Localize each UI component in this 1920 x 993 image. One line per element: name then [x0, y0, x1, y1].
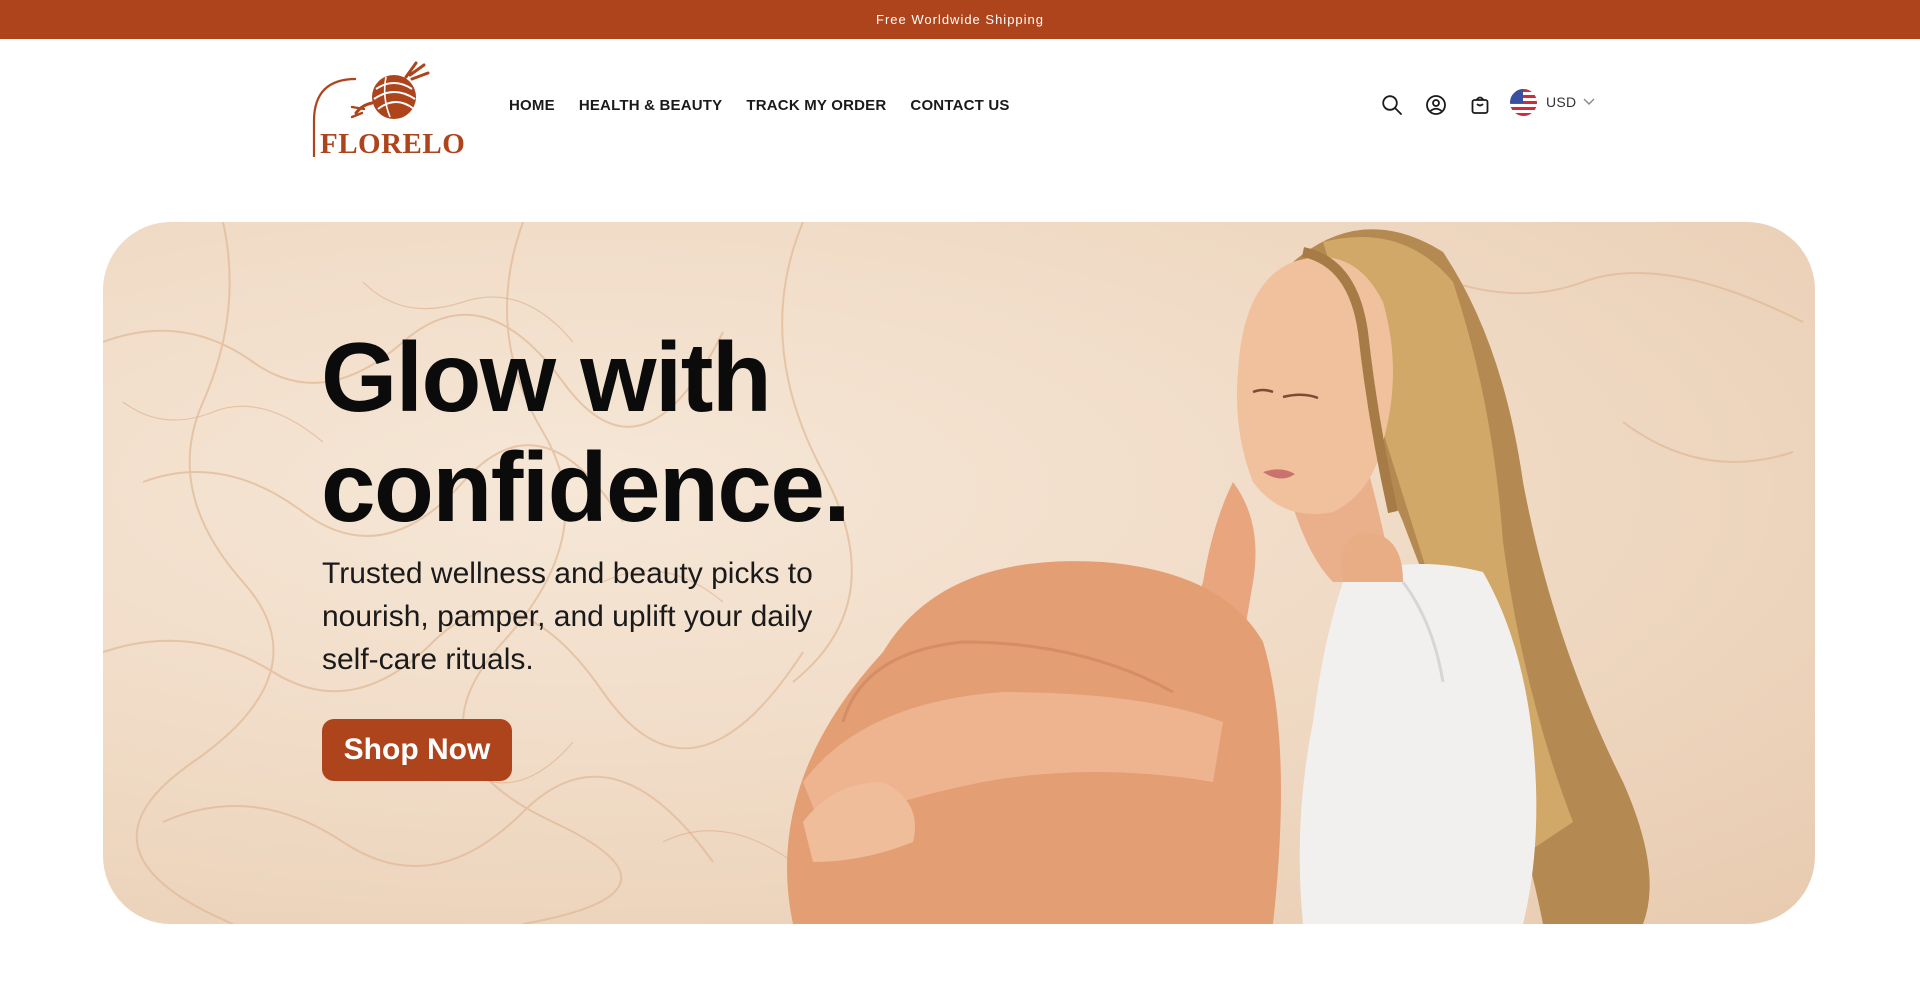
cart-button[interactable] — [1466, 91, 1494, 119]
hero-title-line1: Glow with — [321, 322, 772, 432]
announcement-text: Free Worldwide Shipping — [876, 12, 1044, 27]
currency-code: USD — [1546, 94, 1577, 110]
account-button[interactable] — [1422, 91, 1450, 119]
announcement-bar: Free Worldwide Shipping — [0, 0, 1920, 39]
us-flag-icon — [1510, 88, 1537, 116]
main-nav: HOME HEALTH & BEAUTY TRACK MY ORDER CONT… — [509, 97, 1010, 114]
search-button[interactable] — [1378, 91, 1406, 119]
nav-contact-us[interactable]: CONTACT US — [910, 97, 1009, 114]
brand-name: FLORELO — [320, 128, 464, 159]
account-icon — [1426, 95, 1446, 115]
search-icon — [1382, 95, 1402, 115]
chevron-down-icon — [1583, 98, 1595, 105]
brand-logo[interactable]: FLORELO — [312, 59, 465, 160]
currency-selector[interactable]: USD — [1510, 88, 1595, 116]
hero-subtitle: Trusted wellness and beauty picks to nou… — [322, 557, 813, 676]
cart-icon — [1471, 96, 1489, 114]
nav-health-beauty[interactable]: HEALTH & BEAUTY — [579, 97, 723, 114]
brand-logo-mark: FLORELO — [312, 61, 465, 160]
header-actions: USD — [1378, 88, 1595, 119]
nav-home[interactable]: HOME — [509, 97, 555, 114]
shop-now-button[interactable]: Shop Now — [322, 719, 512, 781]
nav-track-order[interactable]: TRACK MY ORDER — [746, 97, 886, 114]
hero-title: Glow with confidence. — [321, 322, 1041, 542]
hero-banner: Glow with confidence. Trusted wellness a… — [103, 222, 1815, 924]
hero-title-line2: confidence. — [321, 432, 851, 542]
site-header: FLORELO HOME HEALTH & BEAUTY TRACK MY OR… — [0, 39, 1920, 174]
